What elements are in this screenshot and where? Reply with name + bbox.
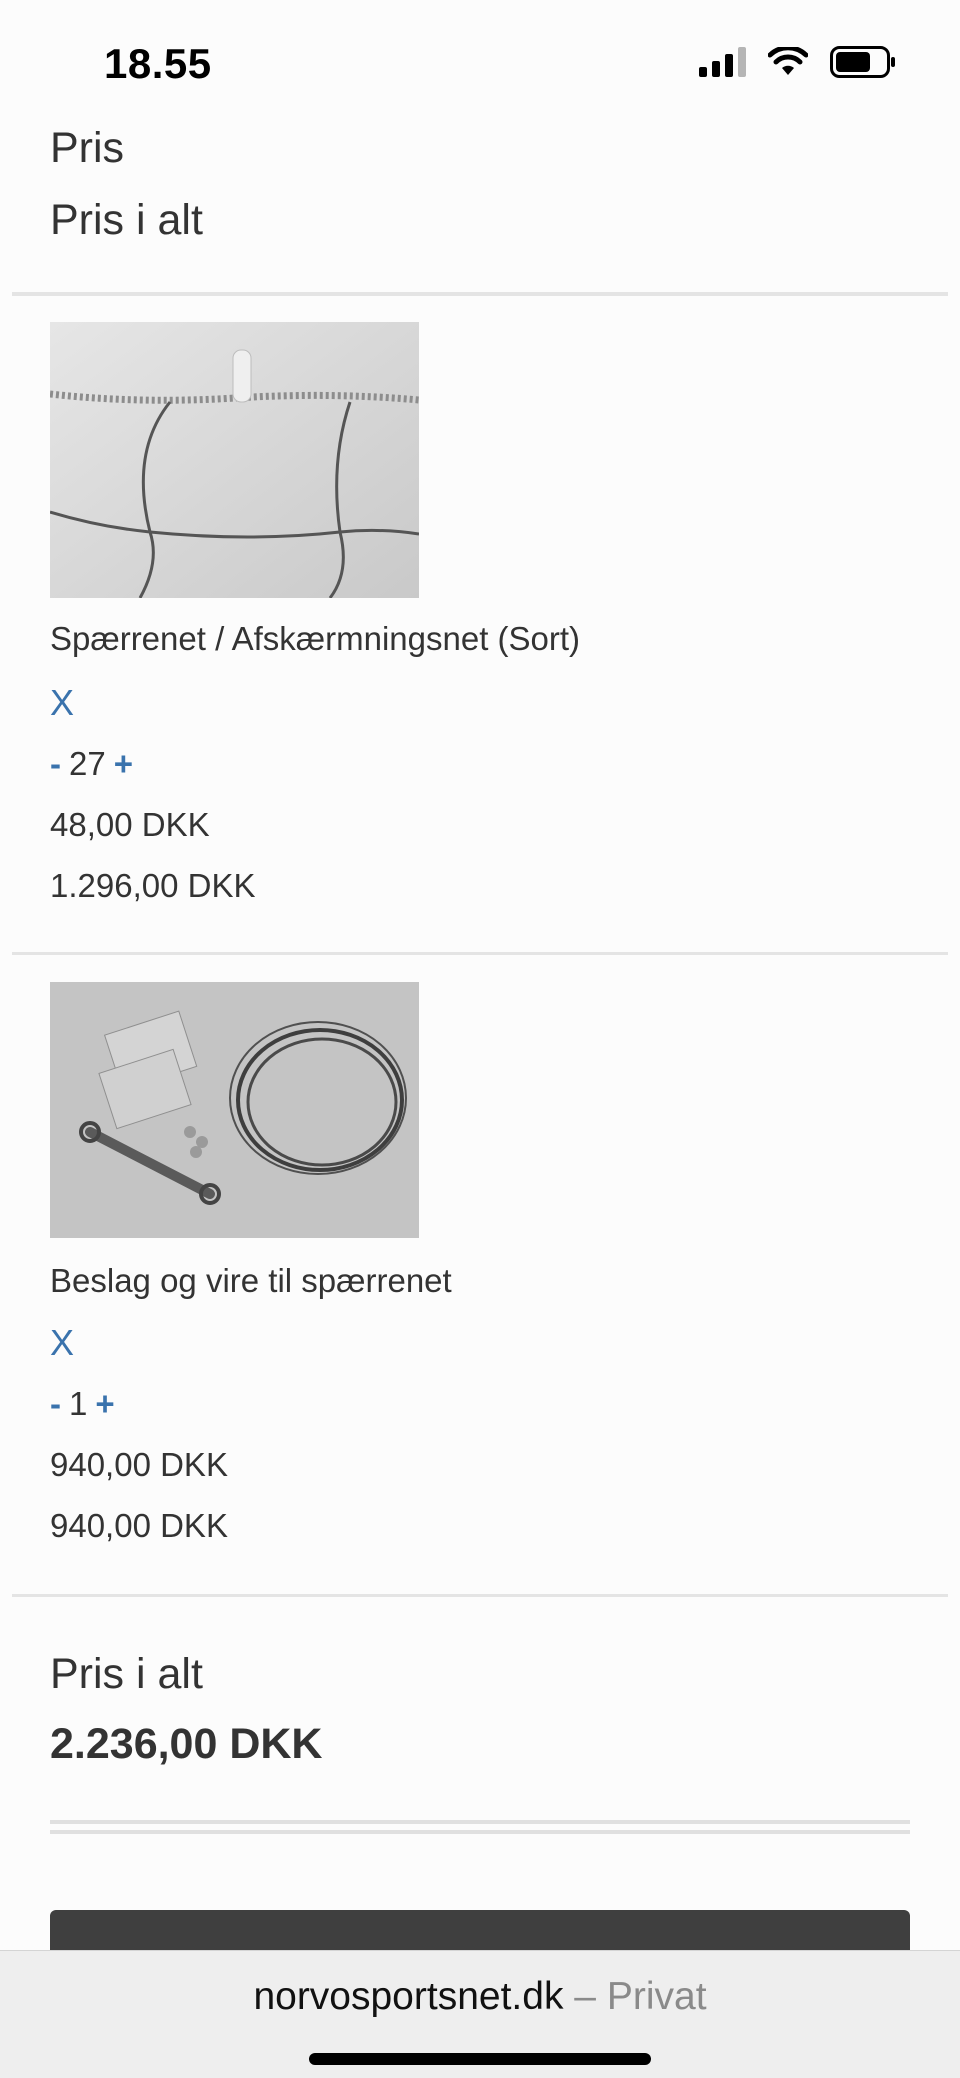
browser-address-bar[interactable]: norvosportsnet.dk – Privat [0, 1950, 960, 2078]
status-icons [699, 46, 896, 78]
total-column-header: Pris i alt [50, 196, 203, 244]
remove-item-button[interactable]: X [50, 682, 74, 724]
divider [12, 1594, 948, 1597]
product-image-net[interactable] [50, 322, 419, 598]
decrease-quantity-button[interactable]: - [50, 745, 61, 783]
cart-total-label: Pris i alt [50, 1650, 203, 1698]
decrease-quantity-button[interactable]: - [50, 1385, 61, 1423]
cart-page: 18.55 Pris Pris i alt Spærrenet / Afskær… [0, 0, 960, 2078]
product-name[interactable]: Spærrenet / Afskærmningsnet (Sort) [50, 620, 580, 658]
url-separator: – [574, 1975, 596, 2018]
quantity-stepper: - 1 + [50, 1385, 115, 1423]
status-bar: 18.55 [0, 0, 960, 120]
product-image-fittings[interactable] [50, 982, 419, 1238]
url-display[interactable]: norvosportsnet.dk – Privat [0, 1975, 960, 2019]
line-total: 1.296,00 DKK [50, 867, 256, 904]
quantity-value: 1 [69, 1385, 88, 1422]
increase-quantity-button[interactable]: + [114, 745, 133, 783]
increase-quantity-button[interactable]: + [95, 1385, 114, 1423]
unit-price: 48,00 DKK [50, 806, 210, 843]
status-time: 18.55 [104, 40, 212, 87]
line-total: 940,00 DKK [50, 1507, 228, 1544]
price-column-header: Pris [50, 124, 125, 172]
quantity-value: 27 [69, 745, 106, 782]
cellular-signal-icon [699, 47, 746, 77]
divider [12, 952, 948, 955]
quantity-stepper: - 27 + [50, 745, 133, 783]
home-indicator[interactable] [309, 2053, 651, 2065]
product-name[interactable]: Beslag og vire til spærrenet [50, 1262, 452, 1300]
divider [12, 292, 948, 296]
wifi-icon [768, 47, 808, 75]
battery-icon [830, 46, 895, 78]
url-domain: norvosportsnet.dk [253, 1975, 564, 2018]
remove-item-button[interactable]: X [50, 1322, 74, 1364]
unit-price: 940,00 DKK [50, 1446, 228, 1483]
private-mode-label: Privat [606, 1975, 707, 2018]
cart-total-value: 2.236,00 DKK [50, 1720, 323, 1768]
divider [50, 1820, 910, 1834]
